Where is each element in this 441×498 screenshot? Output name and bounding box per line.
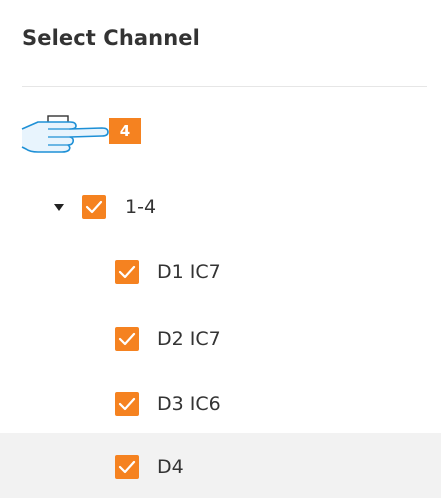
tree-group-row[interactable]: 1-4 [0, 178, 441, 238]
item-label: D2 IC7 [157, 328, 221, 350]
item-label: D1 IC7 [157, 261, 221, 283]
checkmark-icon [118, 460, 136, 474]
select-channel-panel: Select Channel 4 1-4 D1 IC7 D2 IC7 D3 IC… [0, 0, 441, 498]
expand-caret-icon[interactable] [54, 204, 64, 211]
item-checkbox[interactable] [115, 392, 139, 416]
item-label: D3 IC6 [157, 393, 221, 415]
hand-pointer-icon [18, 114, 110, 154]
group-checkbox[interactable] [82, 195, 106, 219]
drag-count-badge: 4 [109, 118, 141, 144]
tree-item-row[interactable]: D4 [0, 433, 441, 498]
checkmark-icon [118, 332, 136, 346]
checkmark-icon [85, 200, 103, 214]
checkmark-icon [118, 265, 136, 279]
tree-item-row[interactable]: D3 IC6 [0, 372, 441, 432]
group-label: 1-4 [125, 196, 157, 218]
divider [22, 86, 427, 87]
tree-item-row[interactable]: D1 IC7 [0, 240, 441, 300]
item-checkbox[interactable] [115, 455, 139, 479]
item-checkbox[interactable] [115, 260, 139, 284]
checkmark-icon [118, 397, 136, 411]
item-label: D4 [157, 456, 184, 478]
panel-title: Select Channel [22, 26, 200, 50]
tree-item-row[interactable]: D2 IC7 [0, 307, 441, 367]
item-checkbox[interactable] [115, 327, 139, 351]
